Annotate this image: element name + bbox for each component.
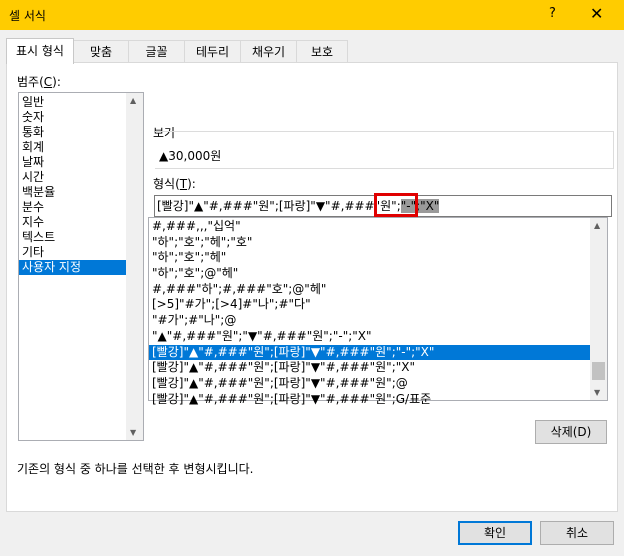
format-code-item[interactable]: [빨강]"▲"#,###"원";[파랑]"▼"#,###"원";G/표준: [149, 392, 607, 408]
dialog-body: 표시 형식 맞춤 글꼴 테두리 채우기 보호 범주(C): 일반 숫자 통화 회계 날짜…: [0, 30, 624, 556]
category-item[interactable]: 숫자: [19, 110, 143, 125]
ok-button[interactable]: 확인: [458, 521, 532, 545]
scroll-up-arrow-icon[interactable]: ▲: [594, 221, 600, 230]
scroll-down-arrow-icon[interactable]: ▼: [594, 388, 600, 397]
category-item[interactable]: 분수: [19, 200, 143, 215]
format-code-item[interactable]: [빨강]"▲"#,###"원";[파랑]"▼"#,###"원";"-";"X": [149, 344, 607, 361]
description-text: 기존의 형식 중 하나를 선택한 후 변형시킵니다.: [17, 462, 254, 476]
category-item[interactable]: 기타: [19, 245, 143, 260]
format-code-item[interactable]: "하";"호";"헤";"호": [149, 235, 607, 251]
format-code-item[interactable]: "▲"#,###"원";"▼"#,###"원";"-";"X": [149, 329, 607, 345]
cancel-button[interactable]: 취소: [540, 521, 614, 545]
format-code-scrollbar[interactable]: ▲ ▼: [590, 218, 607, 400]
tab-fill[interactable]: 채우기: [240, 40, 297, 63]
format-code-item[interactable]: "하";"호";"헤": [149, 250, 607, 266]
tab-font[interactable]: 글꼴: [128, 40, 185, 63]
highlight-box: [374, 193, 418, 217]
category-item[interactable]: 통화: [19, 125, 143, 140]
format-code-item[interactable]: #,###,,,"십억": [149, 219, 607, 235]
help-button[interactable]: ?: [549, 6, 556, 21]
close-button[interactable]: ✕: [590, 4, 603, 23]
window-title: 셀 서식: [9, 9, 46, 23]
category-label: 범주(C):: [17, 75, 61, 89]
tab-border[interactable]: 테두리: [184, 40, 241, 63]
category-item[interactable]: 텍스트: [19, 230, 143, 245]
category-scrollbar[interactable]: ▲ ▼: [126, 93, 143, 440]
format-code-item[interactable]: "#가";#"나";@: [149, 313, 607, 329]
category-item[interactable]: 날짜: [19, 155, 143, 170]
format-code-item[interactable]: #,###"하";#,###"호";@"헤": [149, 282, 607, 298]
category-item[interactable]: 회계: [19, 140, 143, 155]
scroll-down-arrow-icon[interactable]: ▼: [130, 428, 136, 437]
format-code-item[interactable]: [빨강]"▲"#,###"원";[파랑]"▼"#,###"원";@: [149, 376, 607, 392]
category-item[interactable]: 사용자 지정: [19, 260, 143, 275]
tab-number-format[interactable]: 표시 형식: [6, 38, 74, 64]
preview-group: [155, 131, 614, 169]
scroll-thumb[interactable]: [592, 362, 605, 380]
title-bar: 셀 서식 ? ✕: [0, 0, 624, 30]
category-item[interactable]: 일반: [19, 95, 143, 110]
category-item[interactable]: 백분율: [19, 185, 143, 200]
format-input-text: [빨강]"▲"#,###"원";[파랑]"▼"#,###"원";: [157, 199, 401, 213]
delete-button[interactable]: 삭제(D): [535, 420, 607, 444]
format-code-item[interactable]: "하";"호";@"헤": [149, 266, 607, 282]
tab-panel: 범주(C): 일반 숫자 통화 회계 날짜 시간 백분율 분수 지수 텍스트 기타 사용자 지정 ▲ …: [6, 62, 618, 512]
format-code-item[interactable]: [>5]"#가";[>4]#"나";#"다": [149, 297, 607, 313]
format-label: 형식(T):: [153, 177, 196, 191]
category-item[interactable]: 지수: [19, 215, 143, 230]
tab-protection[interactable]: 보호: [296, 40, 348, 63]
format-code-item[interactable]: [빨강]"▲"#,###"원";[파랑]"▼"#,###"원";"X": [149, 360, 607, 376]
scroll-up-arrow-icon[interactable]: ▲: [130, 96, 136, 105]
format-code-list[interactable]: #,###,,,"십억" "하";"호";"헤";"호" "하";"호";"헤" "하…: [148, 217, 608, 406]
category-item[interactable]: 시간: [19, 170, 143, 185]
tab-alignment[interactable]: 맞춤: [73, 40, 129, 63]
category-list[interactable]: 일반 숫자 통화 회계 날짜 시간 백분율 분수 지수 텍스트 기타 사용자 지정 ▲ ▼: [18, 92, 144, 441]
preview-value: ▲30,000원: [159, 149, 222, 163]
